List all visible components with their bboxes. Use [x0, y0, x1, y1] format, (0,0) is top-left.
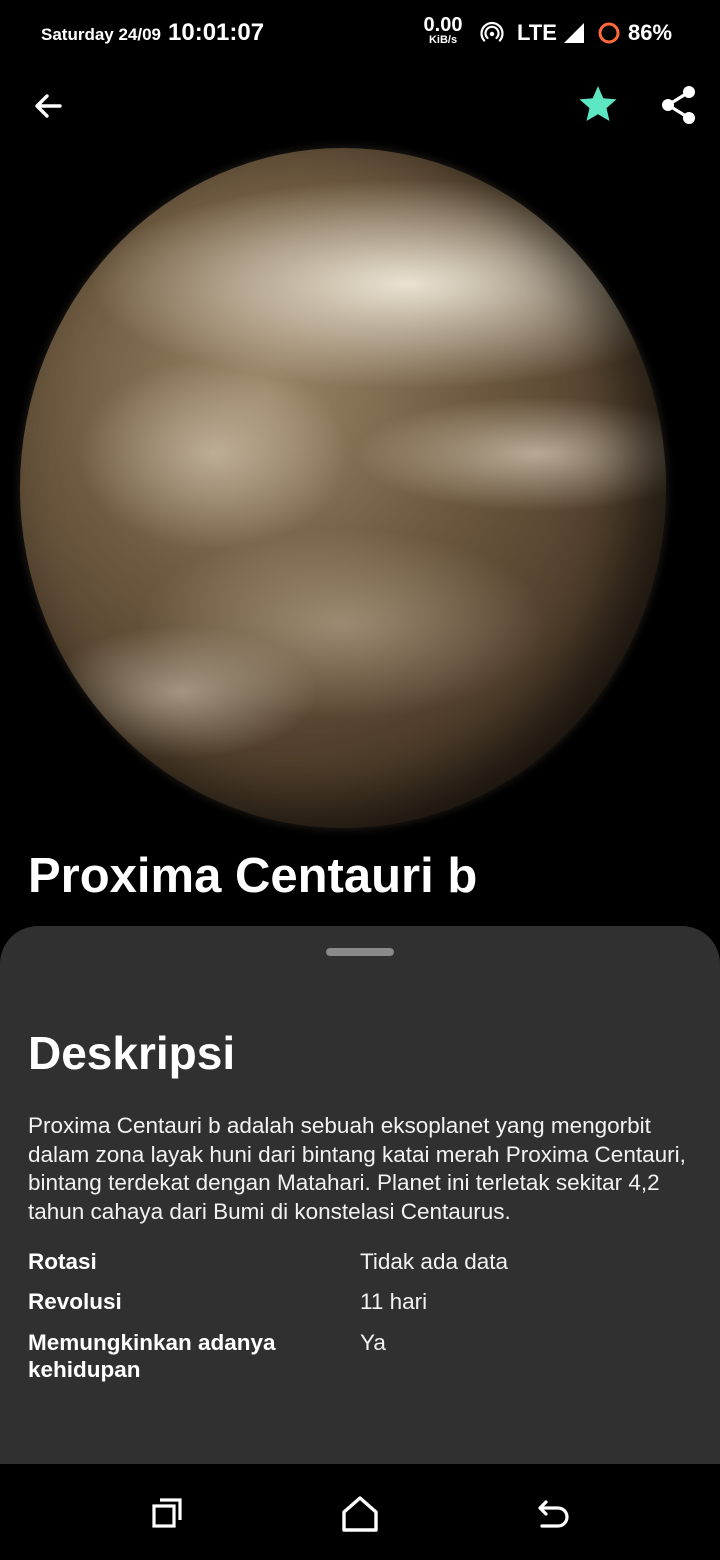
battery-percent: 86% — [628, 20, 673, 45]
network-speed-unit: KiB/s — [428, 34, 458, 46]
status-time: 10:01:07 — [168, 19, 265, 46]
recents-icon[interactable] — [144, 1490, 192, 1538]
planet-name: Proxima Centauri b — [28, 849, 478, 903]
hotspot-icon — [480, 21, 504, 42]
battery-ring-icon — [598, 22, 620, 44]
arrow-left-icon[interactable] — [26, 84, 70, 128]
section-title: Deskripsi — [28, 1027, 236, 1079]
bottom-sheet[interactable]: Deskripsi Proxima Centauri b adalah sebu… — [0, 926, 720, 1464]
star-icon[interactable] — [576, 82, 620, 126]
property-value-habitable: Ya — [360, 1330, 386, 1355]
status-date: Saturday 24/09 — [41, 25, 162, 44]
drag-handle[interactable] — [326, 948, 394, 956]
status-bar: Saturday 24/09 10:01:07 0.00 KiB/s LTE 8… — [0, 0, 720, 66]
property-value-rotation: Tidak ada data — [360, 1249, 509, 1274]
share-icon[interactable] — [656, 82, 702, 128]
back-icon[interactable] — [530, 1490, 578, 1538]
system-nav-bar — [0, 1464, 720, 1560]
property-value-revolution: 11 hari — [360, 1289, 428, 1314]
planet-description: Proxima Centauri b adalah sebuah eksopla… — [28, 1113, 686, 1224]
property-label-rotation: Rotasi — [28, 1249, 97, 1274]
planet-image — [20, 148, 666, 828]
signal-icon — [564, 23, 584, 43]
network-speed-value: 0.00 — [423, 14, 463, 36]
home-icon[interactable] — [336, 1490, 384, 1538]
network-type: LTE — [517, 20, 557, 45]
network-speed: 0.00 KiB/s — [416, 15, 470, 46]
property-label-revolution: Revolusi — [28, 1289, 122, 1314]
top-app-bar — [0, 70, 720, 140]
property-label-habitable: Memungkinkan adanya kehidupan — [28, 1330, 276, 1382]
